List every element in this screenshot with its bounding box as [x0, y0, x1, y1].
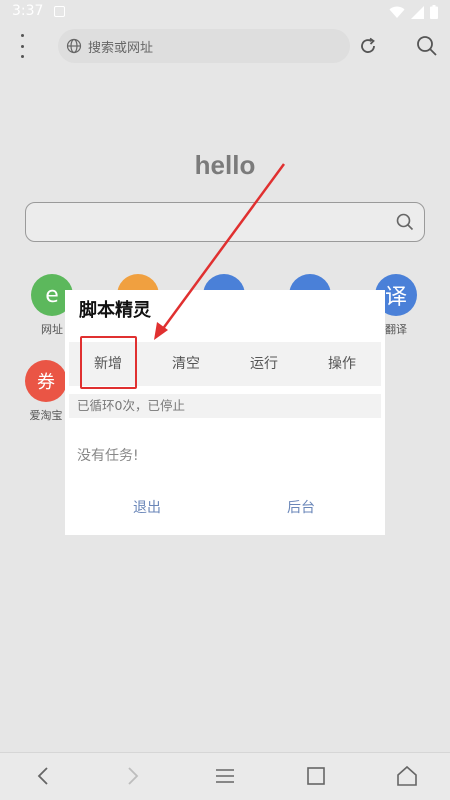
url-placeholder: 搜索或网址: [88, 41, 154, 56]
search-icon[interactable]: [416, 35, 438, 57]
loop-status: 已循环0次，已停止: [69, 394, 381, 418]
exit-button[interactable]: 退出: [133, 497, 161, 517]
status-bar: 3:37: [0, 0, 450, 24]
browser-toolbar: 搜索或网址: [0, 24, 450, 68]
forward-icon[interactable]: [124, 765, 142, 787]
home-icon[interactable]: [396, 765, 418, 787]
tab-operate[interactable]: 操作: [303, 342, 381, 386]
back-icon[interactable]: [34, 765, 52, 787]
tab-clear[interactable]: 清空: [147, 342, 225, 386]
signal-icon: [411, 5, 424, 19]
globe-icon: [66, 38, 82, 54]
tab-run[interactable]: 运行: [225, 342, 303, 386]
url-bar[interactable]: 搜索或网址: [58, 29, 350, 63]
highlight-box: [80, 336, 137, 389]
tabs-icon[interactable]: [306, 765, 326, 787]
shortcut-icon: 券: [25, 360, 67, 402]
search-icon[interactable]: [396, 213, 414, 231]
home-search-box[interactable]: [25, 202, 425, 242]
battery-icon: [430, 5, 438, 19]
menu-icon[interactable]: [215, 765, 235, 787]
more-menu-icon[interactable]: [18, 34, 26, 58]
dialog-title: 脚本精灵: [79, 300, 151, 321]
notification-icon: [54, 6, 65, 17]
background-button[interactable]: 后台: [287, 497, 315, 517]
status-time: 3:37: [12, 3, 44, 19]
wifi-icon: [389, 6, 405, 18]
script-wizard-dialog: 脚本精灵 新增 清空 运行 操作 已循环0次，已停止 没有任务! 退出 后台: [65, 290, 385, 535]
reload-icon[interactable]: [358, 36, 378, 56]
system-icons: [389, 5, 438, 19]
bottom-nav: [0, 752, 450, 800]
empty-message: 没有任务!: [77, 448, 139, 464]
home-title: hello: [194, 150, 256, 180]
